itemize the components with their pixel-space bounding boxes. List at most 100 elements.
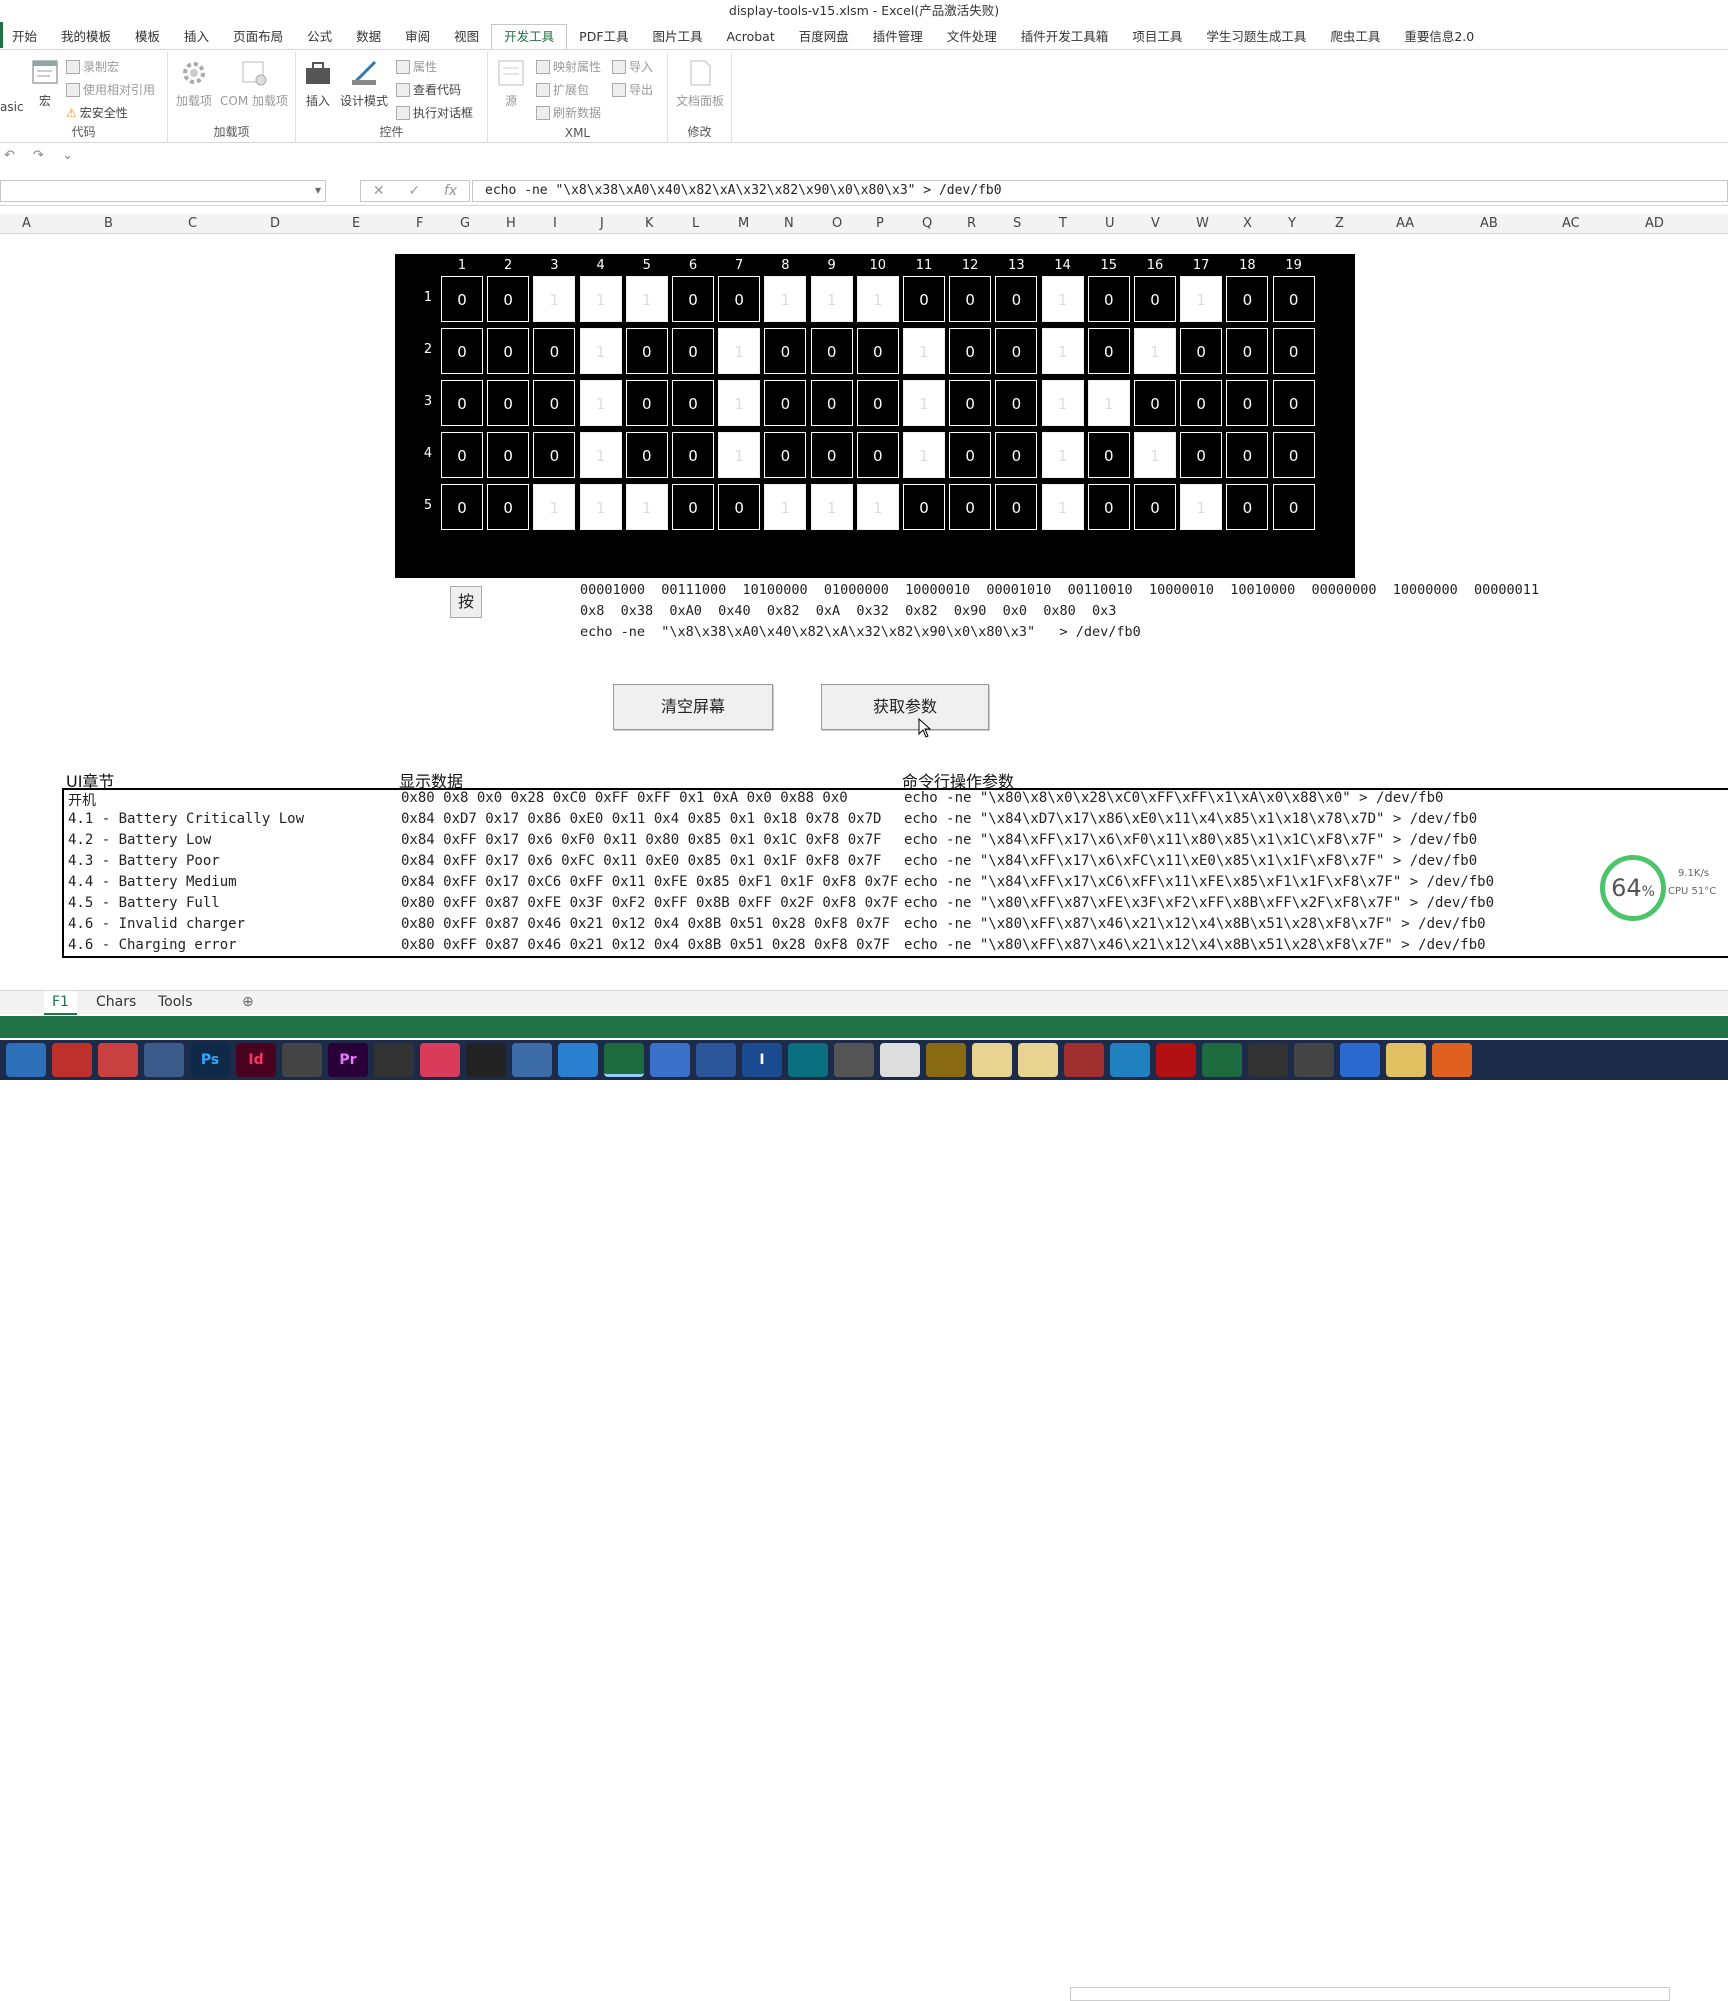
matrix-cell[interactable]: 0 — [487, 276, 530, 322]
app-icon-20[interactable] — [880, 1043, 920, 1077]
ribbon-tab-5[interactable]: 公式 — [295, 25, 344, 49]
ribbon-tab-13[interactable]: 百度网盘 — [787, 25, 861, 49]
matrix-cell[interactable]: 1 — [579, 484, 622, 530]
matrix-cell[interactable]: 0 — [903, 484, 945, 530]
matrix-cell[interactable]: 0 — [672, 328, 714, 374]
add-sheet-icon[interactable]: ⊕ — [234, 991, 262, 1015]
display-data-cell[interactable]: 0x80 0xFF 0x87 0x46 0x21 0x12 0x4 0x8B 0… — [401, 937, 966, 953]
matrix-cell[interactable]: 1 — [533, 484, 576, 530]
matrix-cell[interactable]: 1 — [625, 484, 668, 530]
folder-icon[interactable] — [1386, 1043, 1426, 1077]
ui-section-cell[interactable]: 开机 — [68, 790, 398, 810]
ribbon-tab-0[interactable]: 开始 — [0, 25, 49, 49]
matrix-cell[interactable]: 0 — [441, 276, 483, 322]
app-icon-24[interactable] — [1064, 1043, 1104, 1077]
document-panel-button[interactable]: 文档面板 — [670, 58, 730, 109]
pycharm-icon[interactable] — [466, 1043, 506, 1077]
matrix-cell[interactable]: 1 — [1180, 276, 1223, 322]
matrix-cell[interactable]: 1 — [579, 328, 622, 374]
ribbon-tab-9[interactable]: 开发工具 — [491, 24, 568, 50]
matrix-cell[interactable]: 0 — [810, 432, 853, 478]
export-button[interactable]: 导出 — [612, 81, 653, 98]
column-header-c[interactable]: C — [188, 216, 197, 231]
ribbon-tab-3[interactable]: 插入 — [172, 25, 221, 49]
insert-control-button[interactable]: 插入 — [300, 58, 336, 109]
matrix-cell[interactable]: 0 — [764, 328, 807, 374]
matrix-cell[interactable]: 0 — [672, 484, 714, 530]
matrix-cell[interactable]: 0 — [764, 380, 807, 426]
matrix-cell[interactable]: 0 — [1180, 432, 1223, 478]
file-icon[interactable] — [972, 1043, 1012, 1077]
matrix-cell[interactable]: 1 — [903, 328, 945, 374]
display-data-cell[interactable]: 0x84 0xD7 0x17 0x86 0xE0 0x11 0x4 0x85 0… — [401, 811, 966, 827]
matrix-cell[interactable]: 0 — [672, 380, 714, 426]
matrix-cell[interactable]: 1 — [1041, 432, 1084, 478]
app-icon-28[interactable] — [1248, 1043, 1288, 1077]
ui-section-cell[interactable]: 4.6 - Invalid charger — [68, 916, 398, 932]
matrix-cell[interactable]: 1 — [1041, 484, 1084, 530]
matrix-cell[interactable]: 0 — [810, 328, 853, 374]
display-data-cell[interactable]: 0x80 0xFF 0x87 0xFE 0x3F 0xF2 0xFF 0x8B … — [401, 895, 966, 911]
ui-section-cell[interactable]: 4.1 - Battery Critically Low — [68, 811, 398, 827]
matrix-cell[interactable]: 1 — [579, 276, 622, 322]
matrix-cell[interactable]: 1 — [533, 276, 576, 322]
matrix-cell[interactable]: 0 — [995, 276, 1038, 322]
ribbon-tab-15[interactable]: 文件处理 — [935, 25, 1009, 49]
ribbon-tab-17[interactable]: 项目工具 — [1120, 25, 1194, 49]
cmd-params-cell[interactable]: echo -ne "\x84\xFF\x17\x6\xFC\x11\xE0\x8… — [904, 853, 1728, 869]
enter-icon[interactable]: ✓ — [408, 183, 420, 199]
ui-section-cell[interactable]: 4.4 - Battery Medium — [68, 874, 398, 890]
cmd-params-cell[interactable]: echo -ne "\x80\xFF\x87\x46\x21\x12\x4\x8… — [904, 916, 1728, 932]
matrix-cell[interactable]: 0 — [1134, 484, 1176, 530]
run-dialog-button[interactable]: 执行对话框 — [396, 104, 473, 121]
column-header-j[interactable]: J — [600, 216, 604, 231]
ribbon-tab-12[interactable]: Acrobat — [715, 25, 787, 49]
app-icon-21[interactable] — [926, 1043, 966, 1077]
matrix-cell[interactable]: 0 — [441, 380, 483, 426]
display-data-cell[interactable]: 0x84 0xFF 0x17 0x6 0xFC 0x11 0xE0 0x85 0… — [401, 853, 966, 869]
matrix-cell[interactable]: 0 — [1134, 276, 1176, 322]
column-header-h[interactable]: H — [506, 216, 516, 231]
ribbon-tab-8[interactable]: 视图 — [442, 25, 491, 49]
matrix-cell[interactable]: 1 — [764, 276, 807, 322]
matrix-cell[interactable]: 0 — [441, 432, 483, 478]
app-icon-30[interactable] — [1340, 1043, 1380, 1077]
xml-source-button[interactable]: 源 — [496, 58, 526, 109]
display-data-cell[interactable]: 0x80 0x8 0x0 0x28 0xC0 0xFF 0xFF 0x1 0xA… — [401, 790, 966, 806]
ribbon-tab-2[interactable]: 模板 — [123, 25, 172, 49]
sheet-tab-f1[interactable]: F1 — [44, 991, 77, 1015]
arduino-icon[interactable] — [788, 1043, 828, 1077]
filezilla-icon[interactable] — [1156, 1043, 1196, 1077]
matrix-cell[interactable]: 0 — [487, 484, 530, 530]
app-icon-3[interactable] — [98, 1043, 138, 1077]
ribbon-tab-10[interactable]: PDF工具 — [567, 25, 640, 49]
premiere-icon[interactable]: Pr — [328, 1043, 368, 1077]
column-header-r[interactable]: R — [967, 216, 976, 231]
column-header-aa[interactable]: AA — [1396, 216, 1414, 231]
undo-icon[interactable]: ↶ — [4, 148, 15, 163]
column-header-w[interactable]: W — [1196, 216, 1209, 231]
matrix-cell[interactable]: 0 — [1087, 484, 1130, 530]
cmd-params-cell[interactable]: echo -ne "\x84\xD7\x17\x86\xE0\x11\x4\x8… — [904, 811, 1728, 827]
column-header-t[interactable]: T — [1059, 216, 1067, 231]
matrix-cell[interactable]: 1 — [1041, 380, 1084, 426]
matrix-cell[interactable]: 1 — [1041, 328, 1084, 374]
cmd-params-cell[interactable]: echo -ne "\x84\xFF\x17\x6\xF0\x11\x80\x8… — [904, 832, 1728, 848]
start-icon[interactable] — [6, 1043, 46, 1077]
matrix-cell[interactable]: 0 — [1226, 432, 1269, 478]
matrix-cell[interactable]: 0 — [672, 276, 714, 322]
app-icon-29[interactable] — [1294, 1043, 1334, 1077]
record-macro-button[interactable]: 录制宏 — [66, 58, 119, 75]
app-icon-19[interactable] — [834, 1043, 874, 1077]
app-icon-7[interactable] — [282, 1043, 322, 1077]
view-code-button[interactable]: 查看代码 — [396, 81, 461, 98]
matrix-cell[interactable]: 1 — [579, 432, 622, 478]
ribbon-tab-16[interactable]: 插件开发工具箱 — [1009, 25, 1121, 49]
matrix-cell[interactable]: 1 — [764, 484, 807, 530]
ribbon-tab-14[interactable]: 插件管理 — [861, 25, 935, 49]
matrix-cell[interactable]: 0 — [995, 484, 1038, 530]
matrix-cell[interactable]: 0 — [949, 484, 992, 530]
name-box-dropdown-icon[interactable]: ▾ — [315, 183, 321, 197]
firefox-icon[interactable] — [1432, 1043, 1472, 1077]
matrix-cell[interactable]: 0 — [810, 380, 853, 426]
